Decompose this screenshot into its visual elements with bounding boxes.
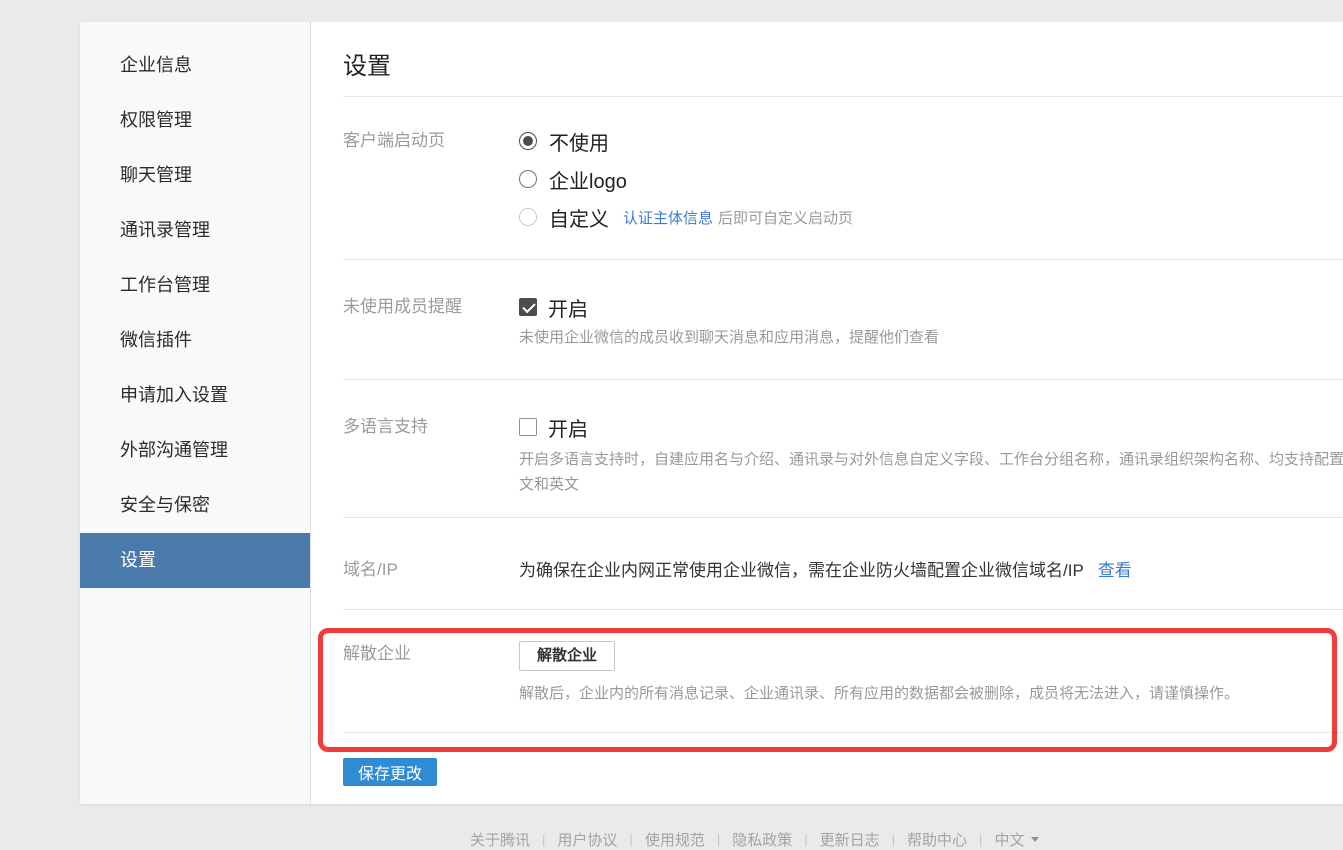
- domain-ip-text-content: 为确保在企业内网正常使用企业微信，需在企业防火墙配置企业微信域名/IP: [519, 561, 1084, 580]
- dismiss-corp-button[interactable]: 解散企业: [519, 641, 615, 671]
- sidebar-item-external-comm[interactable]: 外部沟通管理: [80, 423, 310, 478]
- dismiss-corp-section: 解散企业 解散企业 解散后，企业内的所有消息记录、企业通讯录、所有应用的数据都会…: [343, 610, 1343, 733]
- multilang-description-line1: 开启多语言支持时，自建应用名与介绍、通讯录与对外信息自定义字段、工作台分组名称，…: [519, 447, 1343, 472]
- language-label: 中文: [994, 829, 1024, 850]
- dismiss-corp-label: 解散企业: [343, 641, 519, 732]
- client-launch-label: 客户端启动页: [343, 122, 519, 259]
- unused-reminder-description: 未使用企业微信的成员收到聊天消息和应用消息，提醒他们查看: [519, 327, 939, 348]
- client-launch-section: 客户端启动页 不使用 企业logo 自定义 认证主体信息 后即可自定义启动页: [343, 97, 1343, 260]
- sidebar-item-join-settings[interactable]: 申请加入设置: [80, 368, 310, 423]
- domain-ip-text: 为确保在企业内网正常使用企业微信，需在企业防火墙配置企业微信域名/IP 查看: [519, 560, 1132, 609]
- sidebar-item-wechat-plugin[interactable]: 微信插件: [80, 313, 310, 368]
- custom-option-hint: 后即可自定义启动页: [718, 207, 853, 228]
- page-title-block: 设置: [343, 22, 1343, 97]
- unused-reminder-content: 开启 未使用企业微信的成员收到聊天消息和应用消息，提醒他们查看: [519, 295, 939, 379]
- multilang-toggle-row: 开启: [519, 415, 1343, 439]
- footer-link-changelog[interactable]: 更新日志: [820, 829, 880, 850]
- sidebar: 企业信息 权限管理 聊天管理 通讯录管理 工作台管理 微信插件 申请加入设置 外…: [80, 22, 311, 804]
- sidebar-item-settings[interactable]: 设置: [80, 533, 310, 588]
- option-not-use-label[interactable]: 不使用: [549, 127, 609, 156]
- domain-ip-view-link[interactable]: 查看: [1098, 561, 1132, 580]
- sidebar-item-permissions[interactable]: 权限管理: [80, 93, 310, 148]
- sidebar-item-contacts-mgmt[interactable]: 通讯录管理: [80, 203, 310, 258]
- multilang-toggle-label[interactable]: 开启: [548, 413, 588, 442]
- option-row-custom: 自定义 认证主体信息 后即可自定义启动页: [519, 198, 853, 236]
- option-corp-logo-label[interactable]: 企业logo: [549, 165, 627, 194]
- unused-reminder-toggle-label[interactable]: 开启: [548, 293, 588, 322]
- save-area: 保存更改: [343, 733, 1343, 786]
- multilang-section: 多语言支持 开启 开启多语言支持时，自建应用名与介绍、通讯录与对外信息自定义字段…: [343, 380, 1343, 518]
- multilang-label: 多语言支持: [343, 415, 519, 517]
- footer: 关于腾讯 | 用户协议 | 使用规范 | 隐私政策 | 更新日志 | 帮助中心 …: [470, 829, 1039, 850]
- option-row-corp-logo: 企业logo: [519, 160, 853, 198]
- multilang-content: 开启 开启多语言支持时，自建应用名与介绍、通讯录与对外信息自定义字段、工作台分组…: [519, 415, 1343, 517]
- radio-selected-icon[interactable]: [519, 132, 537, 150]
- language-selector[interactable]: 中文: [994, 829, 1039, 850]
- multilang-description: 开启多语言支持时，自建应用名与介绍、通讯录与对外信息自定义字段、工作台分组名称，…: [519, 447, 1343, 497]
- unused-reminder-section: 未使用成员提醒 开启 未使用企业微信的成员收到聊天消息和应用消息，提醒他们查看: [343, 260, 1343, 380]
- sidebar-item-corp-info[interactable]: 企业信息: [80, 38, 310, 93]
- chevron-down-icon: [1031, 837, 1039, 842]
- option-custom-label: 自定义: [549, 203, 609, 232]
- footer-link-usage-rules[interactable]: 使用规范: [645, 829, 705, 850]
- unused-reminder-label: 未使用成员提醒: [343, 295, 519, 379]
- client-launch-options: 不使用 企业logo 自定义 认证主体信息 后即可自定义启动页: [519, 122, 853, 259]
- radio-disabled-icon: [519, 208, 537, 226]
- footer-link-about-tencent[interactable]: 关于腾讯: [470, 829, 530, 850]
- footer-link-privacy-policy[interactable]: 隐私政策: [732, 829, 792, 850]
- domain-ip-label: 域名/IP: [343, 560, 519, 609]
- multilang-description-line2: 文和英文: [519, 472, 1343, 497]
- page-title: 设置: [343, 46, 1343, 81]
- save-changes-button[interactable]: 保存更改: [343, 758, 437, 786]
- option-row-not-use: 不使用: [519, 122, 853, 160]
- sidebar-item-workbench[interactable]: 工作台管理: [80, 258, 310, 313]
- verify-subject-info-link[interactable]: 认证主体信息: [623, 207, 713, 228]
- unused-reminder-toggle-row: 开启: [519, 295, 939, 319]
- checkbox-unchecked-icon[interactable]: [519, 418, 537, 436]
- sidebar-item-security[interactable]: 安全与保密: [80, 478, 310, 533]
- checkbox-checked-icon[interactable]: [519, 298, 537, 316]
- footer-link-help-center[interactable]: 帮助中心: [907, 829, 967, 850]
- radio-unselected-icon[interactable]: [519, 170, 537, 188]
- settings-main: 设置 客户端启动页 不使用 企业logo 自定义 认证主体信息 后即可自定义启动…: [311, 22, 1343, 804]
- settings-card: 企业信息 权限管理 聊天管理 通讯录管理 工作台管理 微信插件 申请加入设置 外…: [80, 22, 1343, 804]
- dismiss-corp-content: 解散企业 解散后，企业内的所有消息记录、企业通讯录、所有应用的数据都会被删除，成…: [519, 641, 1239, 732]
- sidebar-item-chat-mgmt[interactable]: 聊天管理: [80, 148, 310, 203]
- domain-ip-section: 域名/IP 为确保在企业内网正常使用企业微信，需在企业防火墙配置企业微信域名/I…: [343, 518, 1343, 610]
- dismiss-corp-description: 解散后，企业内的所有消息记录、企业通讯录、所有应用的数据都会被删除，成员将无法进…: [519, 683, 1239, 704]
- footer-link-user-agreement[interactable]: 用户协议: [557, 829, 617, 850]
